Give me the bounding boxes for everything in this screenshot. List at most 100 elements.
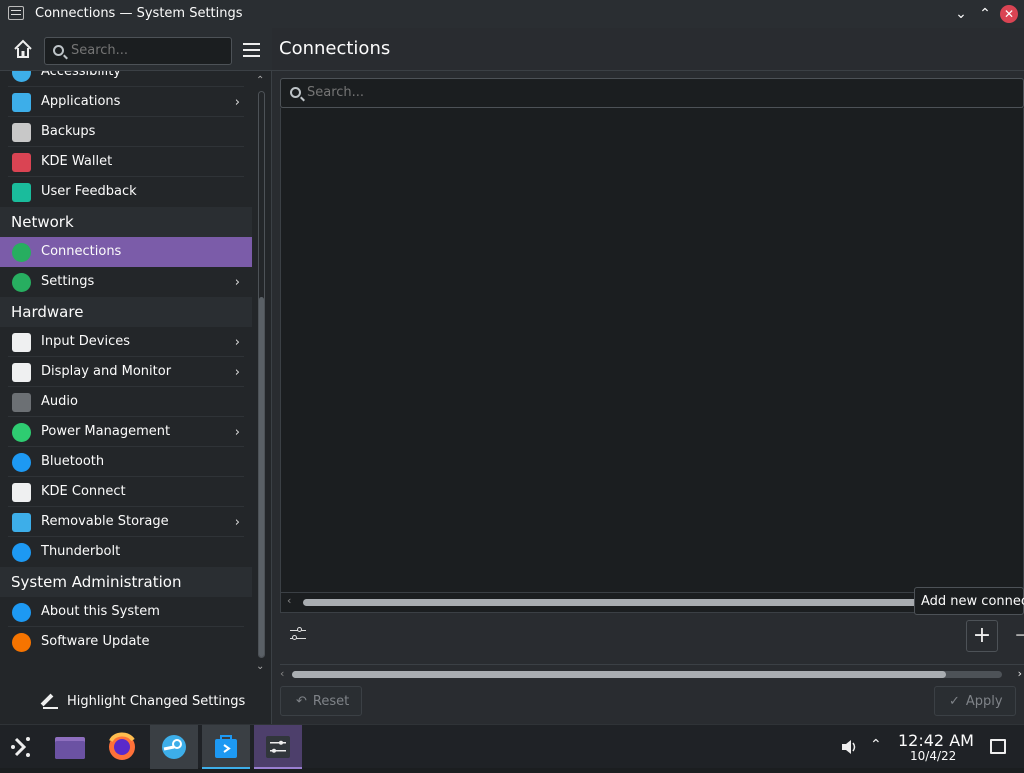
hamburger-menu-icon[interactable] bbox=[243, 43, 260, 57]
sidebar-item-label: Removable Storage bbox=[41, 514, 169, 529]
add-connection-tooltip: Add new connect bbox=[914, 587, 1024, 615]
sidebar: Accessibility Applications › Backups KDE Wal… bbox=[0, 28, 272, 724]
section-header: Hardware bbox=[0, 297, 252, 327]
scrollbar-thumb[interactable] bbox=[303, 599, 923, 606]
chevron-right-icon: › bbox=[234, 95, 240, 110]
close-icon[interactable]: ✕ bbox=[1000, 5, 1018, 23]
volume-icon[interactable] bbox=[840, 739, 858, 755]
system-tray-expand-icon[interactable]: ⌃ bbox=[870, 737, 882, 753]
sidebar-search-input[interactable] bbox=[71, 43, 221, 58]
home-icon[interactable] bbox=[12, 38, 36, 62]
sidebar-search-field[interactable] bbox=[44, 37, 232, 65]
sidebar-item-display-and-monitor[interactable]: Display and Monitor › bbox=[0, 357, 252, 387]
discover-task[interactable] bbox=[202, 725, 250, 769]
chevron-up-icon[interactable]: ⌃ bbox=[976, 5, 994, 23]
highlight-changed-settings-button[interactable]: Highlight Changed Settings bbox=[42, 690, 245, 712]
clock-time[interactable]: 12:42 AM bbox=[898, 731, 974, 750]
sidebar-item-label: Software Update bbox=[41, 634, 150, 649]
scroll-down-arrow-icon[interactable]: ⌄ bbox=[256, 661, 264, 672]
monitor-icon bbox=[12, 363, 31, 382]
info-icon bbox=[12, 603, 31, 622]
system-settings-task[interactable] bbox=[254, 725, 302, 769]
thunderbolt-icon bbox=[12, 543, 31, 562]
scrollbar-thumb[interactable] bbox=[259, 297, 264, 657]
scrollbar-thumb[interactable] bbox=[292, 671, 946, 678]
checkmark-icon: ✓ bbox=[949, 693, 960, 709]
speaker-icon bbox=[12, 393, 31, 412]
folder-icon bbox=[55, 737, 85, 759]
clock-date[interactable]: 10/4/22 bbox=[910, 749, 956, 763]
power-icon bbox=[12, 423, 31, 442]
reset-button[interactable]: ↶ Reset bbox=[280, 686, 362, 716]
configure-connections-icon[interactable] bbox=[290, 626, 308, 644]
update-icon bbox=[12, 633, 31, 652]
sidebar-item-audio[interactable]: Audio bbox=[0, 387, 252, 417]
connections-search-field[interactable] bbox=[280, 78, 1024, 108]
sidebar-item-input-devices[interactable]: Input Devices › bbox=[0, 327, 252, 357]
sidebar-item-kde-connect[interactable]: KDE Connect bbox=[0, 477, 252, 507]
page-header: Connections bbox=[272, 28, 1024, 71]
sidebar-item-label: Backups bbox=[41, 124, 96, 139]
remove-connection-button[interactable]: − bbox=[1014, 622, 1024, 650]
sidebar-item-about-this-system[interactable]: About this System bbox=[0, 597, 252, 627]
scroll-left-arrow-icon[interactable]: ‹ bbox=[280, 667, 284, 680]
wallet-icon bbox=[12, 153, 31, 172]
title-bar[interactable]: Connections — System Settings ⌄ ⌃ ✕ bbox=[0, 0, 1024, 28]
sidebar-item-label: Input Devices bbox=[41, 334, 131, 349]
sidebar-item-label: Connections bbox=[41, 244, 122, 259]
chevron-down-icon[interactable]: ⌄ bbox=[952, 5, 970, 23]
bluetooth-icon bbox=[12, 453, 31, 472]
store-icon bbox=[215, 735, 237, 758]
section-header: System Administration bbox=[0, 567, 252, 597]
sidebar-item-power-management[interactable]: Power Management › bbox=[0, 417, 252, 447]
sidebar-item-software-update[interactable]: Software Update bbox=[0, 627, 252, 657]
search-icon bbox=[53, 45, 64, 56]
sidebar-item-thunderbolt[interactable]: Thunderbolt bbox=[0, 537, 252, 567]
sidebar-item-bluetooth[interactable]: Bluetooth bbox=[0, 447, 252, 477]
chevron-right-icon: › bbox=[234, 425, 240, 440]
sidebar-category-list[interactable]: Accessibility Applications › Backups KDE Wal… bbox=[0, 71, 252, 677]
sidebar-item-connections[interactable]: Connections bbox=[0, 237, 252, 267]
connections-list-hscrollbar[interactable]: ‹ bbox=[280, 593, 1024, 613]
show-desktop-icon[interactable] bbox=[990, 739, 1006, 754]
highlighter-pen-icon bbox=[42, 692, 60, 710]
reset-label: Reset bbox=[312, 693, 350, 709]
file-manager-task[interactable] bbox=[46, 725, 94, 769]
sidebar-item-label: KDE Wallet bbox=[41, 154, 113, 169]
scroll-right-arrow-icon[interactable]: › bbox=[1018, 667, 1022, 680]
sidebar-toolbar bbox=[0, 28, 272, 71]
firefox-task[interactable] bbox=[98, 725, 146, 769]
steam-task[interactable] bbox=[150, 725, 198, 769]
section-header-label: Hardware bbox=[11, 303, 84, 321]
sidebar-item-applications[interactable]: Applications › bbox=[0, 87, 252, 117]
usb-icon bbox=[12, 513, 31, 532]
connections-list[interactable] bbox=[280, 108, 1024, 593]
apply-button[interactable]: ✓ Apply bbox=[934, 686, 1016, 716]
sidebar-item-user-feedback[interactable]: User Feedback bbox=[0, 177, 252, 207]
scroll-left-arrow-icon[interactable]: ‹ bbox=[287, 594, 291, 607]
sidebar-item-kde-wallet[interactable]: KDE Wallet bbox=[0, 147, 252, 177]
connections-search-input[interactable] bbox=[307, 85, 907, 100]
scroll-up-arrow-icon[interactable]: ⌃ bbox=[256, 75, 264, 86]
page-title: Connections bbox=[279, 38, 391, 59]
sidebar-scrollbar[interactable]: ⌃ ⌄ bbox=[256, 75, 266, 675]
chevron-right-icon: › bbox=[234, 335, 240, 350]
undo-icon: ↶ bbox=[296, 693, 307, 709]
connections-page: Connections ‹ + − Add new connect ‹ › bbox=[272, 28, 1024, 724]
highlight-changed-settings-label: Highlight Changed Settings bbox=[67, 693, 246, 709]
user-feedback-icon bbox=[12, 183, 31, 202]
sidebar-item-accessibility[interactable]: Accessibility bbox=[0, 71, 252, 87]
sidebar-item-backups[interactable]: Backups bbox=[0, 117, 252, 147]
sidebar-item-label: Settings bbox=[41, 274, 95, 289]
page-hscrollbar[interactable]: ‹ › bbox=[280, 664, 1024, 684]
settings-icon bbox=[266, 736, 290, 758]
sidebar-item-label: Audio bbox=[41, 394, 78, 409]
window-title: Connections — System Settings bbox=[35, 6, 243, 21]
sidebar-item-removable-storage[interactable]: Removable Storage › bbox=[0, 507, 252, 537]
application-launcher-button[interactable] bbox=[0, 725, 48, 769]
chevron-right-icon: › bbox=[234, 275, 240, 290]
sidebar-item-label: KDE Connect bbox=[41, 484, 126, 499]
add-connection-button[interactable]: + bbox=[966, 620, 998, 652]
sidebar-item-settings[interactable]: Settings › bbox=[0, 267, 252, 297]
settings-app-icon[interactable] bbox=[8, 6, 24, 20]
